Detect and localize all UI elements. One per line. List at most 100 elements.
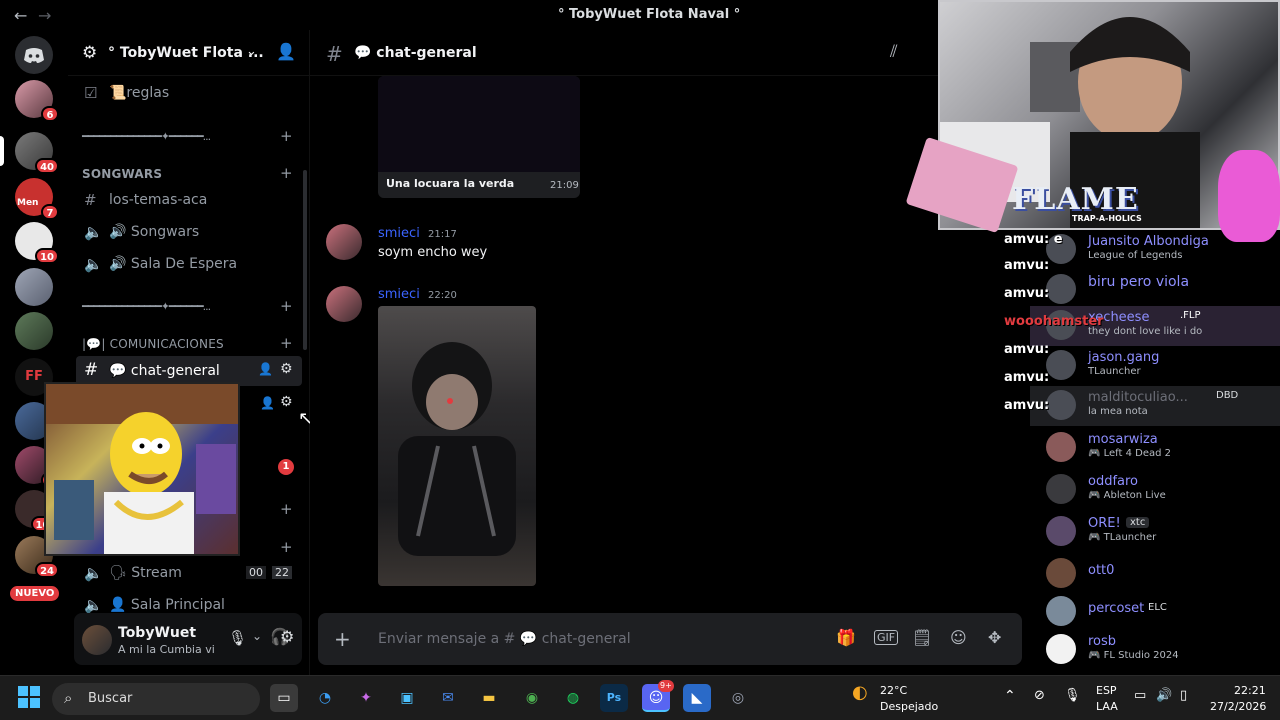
avatar[interactable]: [326, 286, 362, 322]
member-item[interactable]: Juansito Albondiga League of Legends: [1030, 230, 1280, 270]
gift-icon[interactable]: 🎁: [836, 628, 856, 647]
app-icon[interactable]: ◎: [724, 684, 752, 712]
invite-user-icon[interactable]: 👤: [260, 396, 275, 410]
avatar: [1046, 350, 1076, 380]
divider-label: ━━━━━━━━━━━━━━✦━━━━━━...: [82, 300, 211, 313]
sidebar-scrollbar[interactable]: [303, 170, 307, 350]
member-item[interactable]: ORE! xtc 🎮 TLauncher: [1030, 512, 1280, 552]
member-item[interactable]: rosb 🎮 FL Studio 2024: [1030, 630, 1280, 670]
task-view-icon[interactable]: ▭: [270, 684, 298, 712]
channel-songwars-voice[interactable]: 🔈 🔊 Songwars: [76, 217, 302, 247]
outlook-icon[interactable]: ✉: [434, 684, 462, 712]
network-off-icon[interactable]: ⊘: [1034, 688, 1045, 703]
monitor-icon[interactable]: ▭: [1134, 688, 1146, 703]
divider-label: ━━━━━━━━━━━━━━✦━━━━━━...: [82, 130, 211, 143]
add-attachment-icon[interactable]: +: [334, 627, 351, 651]
speaker-icon: 🔈: [84, 596, 103, 614]
add-channel-icon[interactable]: +: [280, 334, 293, 352]
channel-label: 🗣 Stream: [109, 565, 182, 581]
composer-placeholder[interactable]: Enviar mensaje a # 💬 chat-general: [378, 631, 631, 647]
member-tag: xtc: [1126, 517, 1150, 528]
add-channel-icon[interactable]: +: [280, 127, 293, 145]
apps-icon[interactable]: ✥: [988, 628, 1001, 647]
channel-reglas[interactable]: ☑ 📜reglas: [76, 78, 302, 108]
spotify-icon[interactable]: ◍: [559, 684, 587, 712]
server-icon-3[interactable]: Men 7: [15, 178, 59, 220]
member-item[interactable]: biru pero viola: [1030, 270, 1280, 310]
photo-attachment[interactable]: [378, 306, 536, 586]
microphone-icon[interactable]: 🎙: [1064, 688, 1081, 703]
chevron-down-icon[interactable]: ⌄: [246, 44, 257, 59]
chevron-down-icon[interactable]: ⌄: [252, 629, 262, 643]
sticker-icon[interactable]: 🗒: [912, 628, 932, 647]
channel-los-temas-aca[interactable]: # los-temas-aca: [76, 185, 302, 215]
discord-home-icon[interactable]: [15, 36, 53, 74]
store-icon[interactable]: ▣: [393, 684, 421, 712]
copilot-icon[interactable]: ✦: [352, 684, 380, 712]
server-icon-4[interactable]: 10: [15, 222, 59, 264]
battery-icon[interactable]: ▯: [1180, 688, 1187, 703]
selected-server-pill: [0, 136, 4, 166]
flame-brand: FLAME: [1012, 182, 1139, 217]
avatar[interactable]: [82, 625, 112, 655]
forward-arrow-icon[interactable]: →: [38, 6, 51, 25]
clock-date[interactable]: 27/2/2026: [1210, 700, 1266, 713]
invite-user-icon[interactable]: 👤: [258, 362, 273, 376]
chat-area: # 💬 chat-general ⫽ Una locuara la verda …: [310, 30, 1030, 675]
weather-icon[interactable]: ◐: [852, 682, 868, 703]
message-composer[interactable]: + Enviar mensaje a # 💬 chat-general 🎁 GI…: [318, 613, 1022, 665]
member-item[interactable]: jason.gang TLauncher: [1030, 346, 1280, 386]
clock-time[interactable]: 22:21: [1234, 684, 1266, 697]
category-comunicaciones[interactable]: |💬| COMUNICACIONES: [82, 337, 224, 351]
paint-icon[interactable]: ◣: [683, 684, 711, 712]
channel-sala-de-espera[interactable]: 🔈 🔊 Sala De Espera: [76, 249, 302, 279]
member-item[interactable]: mosarwiza 🎮 Left 4 Dead 2: [1030, 428, 1280, 468]
message-time: 22:20: [428, 290, 457, 301]
back-arrow-icon[interactable]: ←: [14, 6, 27, 25]
category-songwars[interactable]: SONGWARS: [82, 167, 162, 181]
message-author[interactable]: smieci: [378, 226, 420, 241]
server-icon-1[interactable]: 6: [15, 80, 59, 122]
photoshop-icon[interactable]: Ps: [600, 684, 628, 712]
discord-taskbar-icon[interactable]: ☺ 9+: [642, 680, 674, 712]
chrome-icon[interactable]: ◉: [518, 684, 546, 712]
message-author[interactable]: smieci: [378, 287, 420, 302]
threads-icon[interactable]: ⫽: [890, 42, 898, 62]
server-header[interactable]: ⚙ ° TobyWuet Flota ... ⌄ 👤: [68, 30, 310, 76]
emoji-icon[interactable]: ☺: [950, 628, 967, 647]
volume-icon[interactable]: 🔊: [1156, 688, 1172, 703]
chat-user: wooohamster: [1004, 314, 1104, 329]
language-code[interactable]: ESP: [1096, 684, 1117, 697]
flame-logo: FLAME TRAP-A-HOLICS: [1012, 182, 1218, 223]
member-item[interactable]: oddfaro 🎮 Ableton Live: [1030, 470, 1280, 510]
weather-temp[interactable]: 22°C: [880, 684, 907, 697]
gear-icon[interactable]: ⚙: [280, 361, 293, 377]
chat-user: amvu:: [1004, 232, 1050, 247]
file-explorer-icon[interactable]: ▬: [475, 684, 503, 712]
add-channel-icon[interactable]: +: [280, 538, 293, 556]
invite-user-icon[interactable]: 👤: [276, 42, 296, 61]
search-icon: ⌕: [64, 689, 73, 707]
member-item[interactable]: percoset ELC: [1030, 592, 1280, 632]
windows-start-icon[interactable]: [18, 686, 40, 708]
avatar[interactable]: [326, 224, 362, 260]
add-channel-icon[interactable]: +: [280, 297, 293, 315]
server-icon-5[interactable]: [15, 268, 53, 306]
taskbar-search[interactable]: ⌕ Buscar: [52, 683, 260, 715]
gear-icon[interactable]: ⚙: [280, 394, 293, 410]
image-embed[interactable]: Una locuara la verda 21:09: [378, 76, 580, 198]
embed-image[interactable]: [378, 76, 580, 172]
settings-gear-icon[interactable]: ⚙: [280, 627, 294, 646]
member-item[interactable]: malditoculiao... la mea nota DBD: [1030, 386, 1280, 426]
chevron-up-icon[interactable]: ⌃: [1004, 688, 1016, 704]
microphone-icon[interactable]: 🎙: [228, 629, 247, 647]
gif-icon[interactable]: GIF: [874, 630, 899, 645]
edge-icon[interactable]: ◔: [311, 684, 339, 712]
server-icon-2[interactable]: 40: [15, 132, 59, 174]
server-icon-6[interactable]: [15, 312, 53, 350]
add-channel-icon[interactable]: +: [280, 500, 293, 518]
add-channel-icon[interactable]: +: [280, 164, 293, 182]
channel-stream[interactable]: 🔈 🗣 Stream 00 22: [76, 558, 302, 588]
member-item[interactable]: ott0: [1030, 554, 1280, 594]
user-status: A mi la Cumbia vi: [118, 643, 215, 656]
